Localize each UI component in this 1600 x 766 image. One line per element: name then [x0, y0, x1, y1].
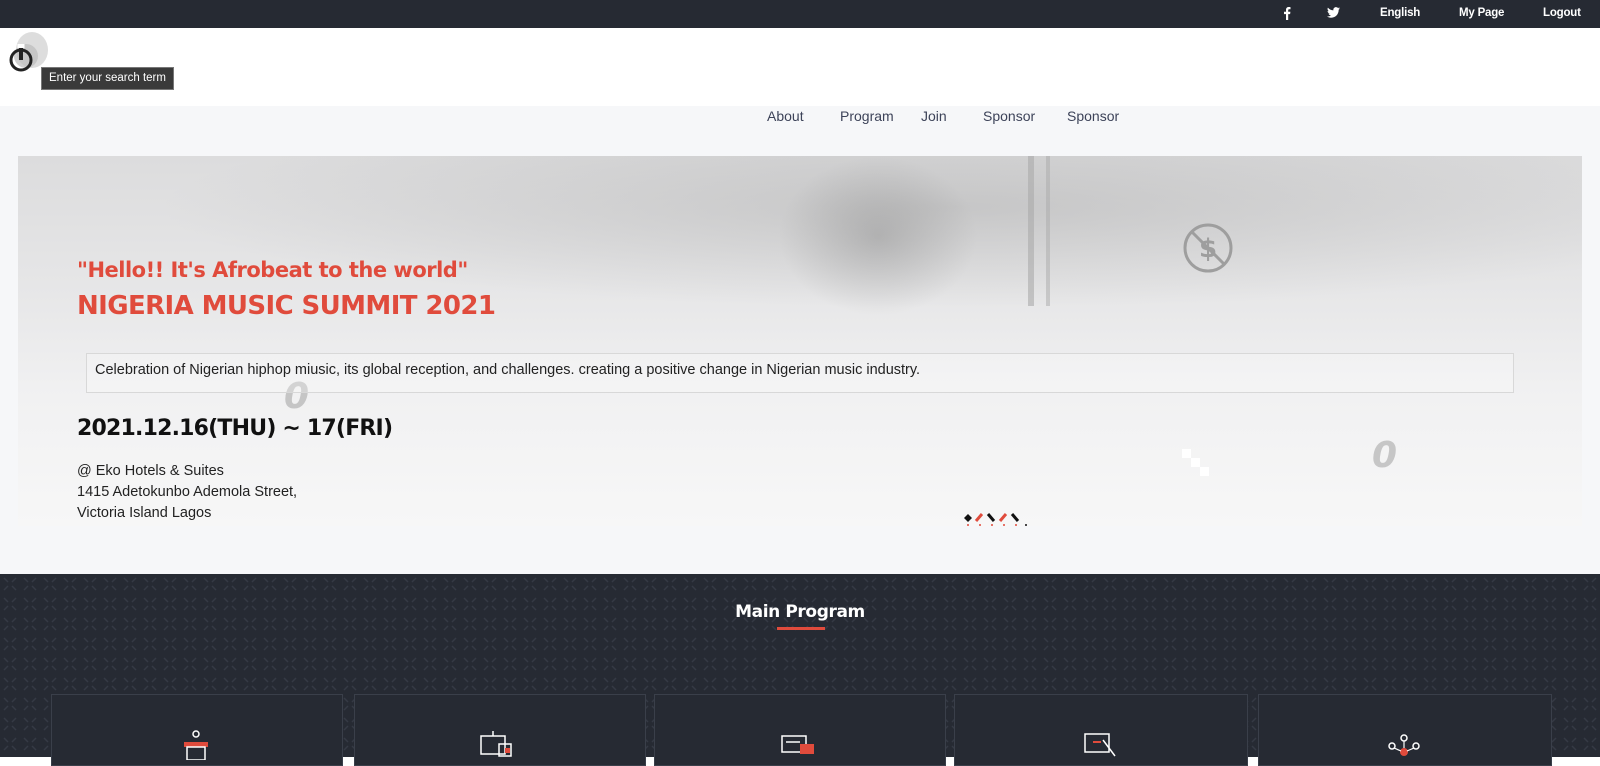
podium-icon [184, 730, 208, 760]
nav-item-sponsor-2[interactable]: Sponsor [1067, 108, 1119, 124]
nav-item-join[interactable]: Join [921, 108, 947, 124]
hero-title: NIGERIA MUSIC SUMMIT 2021 [77, 291, 496, 321]
section-title: Main Program [735, 602, 865, 622]
hero-subtitle: "Hello!! It's Afrobeat to the world" [77, 258, 468, 282]
laptop-icon [781, 735, 814, 754]
slash-decoration-icon [964, 513, 1027, 526]
whiteboard-icon [1084, 733, 1116, 757]
facebook-icon[interactable] [1283, 7, 1291, 21]
nav-item-sponsor[interactable]: Sponsor [983, 108, 1035, 124]
hero-description: Celebration of Nigerian hiphop miusic, i… [95, 362, 921, 378]
venue-city: Victoria Island Lagos [77, 505, 212, 521]
my-page-link[interactable]: My Page [1459, 0, 1504, 28]
decor-zero-icon: 0 [1372, 435, 1398, 476]
twitter-icon[interactable] [1327, 7, 1340, 21]
title-underline [777, 627, 825, 630]
network-icon [1388, 734, 1420, 756]
checker-pattern-icon [1182, 449, 1209, 476]
search-tooltip: Enter your search term [41, 67, 174, 90]
language-selector[interactable]: English [1380, 0, 1420, 28]
no-money-icon: $ [1183, 223, 1233, 273]
event-date: 2021.12.16(THU) ~ 17(FRI) [77, 416, 393, 441]
logout-link[interactable]: Logout [1543, 0, 1581, 28]
site-header [0, 28, 1600, 106]
nav-item-program[interactable]: Program [840, 108, 894, 124]
top-bar: English My Page Logout [0, 0, 1600, 28]
presentation-icon [480, 731, 512, 757]
venue-street: 1415 Adetokunbo Ademola Street, [77, 484, 298, 500]
hero-banner: $ [18, 156, 1582, 526]
venue-name: @ Eko Hotels & Suites [77, 463, 224, 479]
nav-item-about[interactable]: About [767, 108, 804, 124]
